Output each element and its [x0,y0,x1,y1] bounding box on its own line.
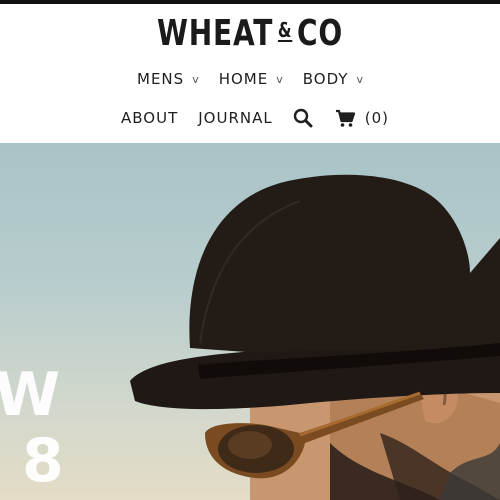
nav-item-label: MENS [137,70,185,88]
search-icon [293,108,313,128]
chevron-down-icon: v [192,72,199,86]
chevron-down-icon: v [356,72,363,86]
chevron-down-icon: v [276,72,283,86]
secondary-nav: ABOUT JOURNAL (0) [0,107,500,129]
nav-item-label: BODY [302,70,349,88]
nav-item-label: HOME [218,70,269,88]
brand-name-right: CO [296,13,344,54]
cart-button[interactable]: (0) [335,109,389,128]
search-button[interactable] [293,108,313,128]
cart-icon [335,109,355,127]
brand-name-left: WHEAT [156,13,274,54]
nav-item-label: JOURNAL [198,109,273,127]
nav-item-home[interactable]: HOME v [219,70,283,88]
hero-banner[interactable]: W 8 [0,143,500,500]
nav-item-body[interactable]: BODY v [303,70,363,88]
primary-nav: MENS v HOME v BODY v [0,68,500,90]
brand-logo[interactable]: WHEAT & CO [55,10,445,54]
brand-ampersand: & [277,18,293,42]
nav-item-label: ABOUT [121,109,179,127]
top-border-bar [0,0,500,4]
hero-image [130,174,500,500]
cart-count: (0) [364,109,389,127]
nav-item-about[interactable]: ABOUT [121,109,178,127]
hero-text-line1: W [0,360,61,430]
hero-text-line2: 8 [22,426,64,496]
nav-item-journal[interactable]: JOURNAL [198,109,272,127]
nav-item-mens[interactable]: MENS v [137,70,199,88]
